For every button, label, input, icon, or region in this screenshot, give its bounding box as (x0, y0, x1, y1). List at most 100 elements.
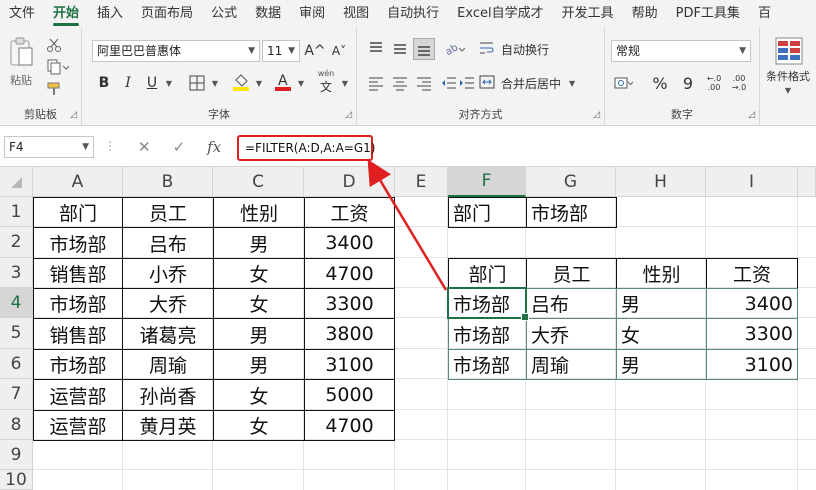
column-header-a[interactable]: A (33, 167, 123, 197)
column-header-f[interactable]: F (448, 167, 526, 197)
result-header-cell[interactable]: 工资 (706, 258, 798, 289)
table-cell[interactable]: 男 (616, 288, 707, 319)
row-header-4[interactable]: 4 (0, 288, 33, 318)
tab-view[interactable]: 视图 (334, 0, 378, 28)
column-header-d[interactable]: D (304, 167, 395, 197)
row-header-1[interactable]: 1 (0, 197, 33, 227)
paste-icon[interactable] (6, 34, 36, 70)
select-all-corner[interactable] (0, 167, 33, 197)
row-header-6[interactable]: 6 (0, 349, 33, 379)
row-header-10[interactable]: 10 (0, 470, 33, 490)
chevron-down-icon[interactable]: ▼ (252, 72, 266, 94)
comma-style-button[interactable]: 9 (677, 72, 699, 94)
copy-icon[interactable] (44, 58, 72, 76)
formula-input[interactable]: =FILTER(A:D,A:A=G1) (237, 135, 375, 161)
table-cell[interactable]: 小乔 (122, 258, 214, 289)
conditional-formatting-icon[interactable] (774, 36, 804, 66)
table-cell[interactable]: 男 (616, 349, 707, 380)
decrease-indent-icon[interactable] (441, 72, 457, 94)
table-cell[interactable]: 3400 (706, 288, 798, 319)
column-header-i[interactable]: I (706, 167, 798, 197)
table-cell[interactable]: 男 (213, 349, 305, 380)
table-cell[interactable]: 市场部 (448, 349, 527, 380)
chevron-down-icon[interactable]: ▼ (162, 72, 176, 94)
table-cell[interactable]: 女 (213, 288, 305, 319)
chevron-down-icon[interactable]: ▼ (780, 84, 796, 96)
merge-center-button[interactable]: 合并后居中 ▼ (479, 72, 603, 94)
table-cell[interactable]: 市场部 (448, 288, 527, 319)
tab-review[interactable]: 审阅 (290, 0, 334, 28)
table-cell[interactable]: 大乔 (122, 288, 214, 319)
table-cell[interactable]: 男 (213, 318, 305, 350)
table-cell[interactable]: 销售部 (33, 258, 123, 289)
confirm-icon[interactable]: ✓ (173, 138, 186, 156)
table-cell[interactable]: 5000 (304, 379, 395, 411)
table-cell[interactable]: 3300 (304, 288, 395, 319)
cut-icon[interactable] (44, 36, 64, 54)
bold-button[interactable]: B (94, 72, 114, 94)
grow-font-button[interactable]: A^ (304, 40, 326, 62)
column-header-b[interactable]: B (123, 167, 213, 197)
tab-more[interactable]: 百 (749, 0, 780, 28)
tab-page-layout[interactable]: 页面布局 (132, 0, 202, 28)
alignment-launcher-icon[interactable]: ◿ (593, 110, 600, 120)
increase-indent-icon[interactable] (459, 72, 475, 94)
table-cell[interactable]: 女 (616, 318, 707, 350)
source-header-cell[interactable]: 工资 (304, 197, 395, 228)
chevron-down-icon[interactable]: ▼ (338, 72, 352, 94)
italic-button[interactable]: I (118, 72, 138, 94)
source-header-cell[interactable]: 性别 (213, 197, 305, 228)
table-cell[interactable]: 市场部 (33, 349, 123, 380)
font-size-select[interactable]: 11 ▼ (262, 40, 300, 62)
criteria-label-cell[interactable]: 部门 (448, 197, 527, 228)
orientation-icon[interactable]: ab (443, 38, 469, 60)
tab-help[interactable]: 帮助 (623, 0, 667, 28)
source-header-cell[interactable]: 员工 (122, 197, 214, 228)
table-cell[interactable]: 运营部 (33, 379, 123, 411)
table-cell[interactable]: 男 (213, 227, 305, 259)
align-bottom-icon[interactable] (413, 38, 435, 60)
table-cell[interactable]: 3300 (706, 318, 798, 350)
table-cell[interactable]: 女 (213, 379, 305, 411)
conditional-formatting-label[interactable]: 条件格式 (760, 68, 816, 84)
row-header-3[interactable]: 3 (0, 258, 33, 288)
tab-data[interactable]: 数据 (246, 0, 290, 28)
paste-label[interactable]: 粘贴 (6, 72, 36, 88)
tab-automate[interactable]: 自动执行 (378, 0, 448, 28)
result-header-cell[interactable]: 性别 (616, 258, 707, 289)
row-header-8[interactable]: 8 (0, 410, 33, 440)
align-left-icon[interactable] (365, 72, 387, 94)
table-cell[interactable]: 女 (213, 258, 305, 289)
align-top-icon[interactable] (365, 38, 387, 60)
column-header-g[interactable]: G (526, 167, 616, 197)
table-cell[interactable]: 黄月英 (122, 410, 214, 441)
table-cell[interactable]: 市场部 (448, 318, 527, 350)
format-painter-icon[interactable] (44, 80, 64, 98)
table-cell[interactable]: 孙尚香 (122, 379, 214, 411)
column-header-c[interactable]: C (213, 167, 304, 197)
column-header-e[interactable]: E (395, 167, 448, 197)
tab-insert[interactable]: 插入 (88, 0, 132, 28)
source-header-cell[interactable]: 部门 (33, 197, 123, 228)
percent-style-button[interactable]: % (649, 72, 671, 94)
chevron-down-icon[interactable]: ▼ (294, 72, 308, 94)
table-cell[interactable]: 市场部 (33, 288, 123, 319)
table-cell[interactable]: 市场部 (33, 227, 123, 259)
table-cell[interactable]: 周瑜 (122, 349, 214, 380)
table-cell[interactable]: 4700 (304, 410, 395, 441)
table-cell[interactable]: 运营部 (33, 410, 123, 441)
table-cell[interactable]: 周瑜 (526, 349, 617, 380)
insert-function-icon[interactable]: fx (207, 138, 221, 156)
table-cell[interactable]: 3400 (304, 227, 395, 259)
column-header-partial[interactable] (798, 167, 816, 197)
table-cell[interactable]: 吕布 (122, 227, 214, 259)
align-middle-icon[interactable] (389, 38, 411, 60)
align-center-icon[interactable] (389, 72, 411, 94)
font-color-icon[interactable]: A (272, 70, 294, 94)
result-header-cell[interactable]: 员工 (526, 258, 617, 289)
wrap-text-button[interactable]: 自动换行 (479, 38, 599, 60)
name-box[interactable]: F4 ▼ (4, 136, 94, 158)
table-cell[interactable]: 4700 (304, 258, 395, 289)
criteria-value-cell[interactable]: 市场部 (526, 197, 617, 228)
row-header-5[interactable]: 5 (0, 318, 33, 349)
